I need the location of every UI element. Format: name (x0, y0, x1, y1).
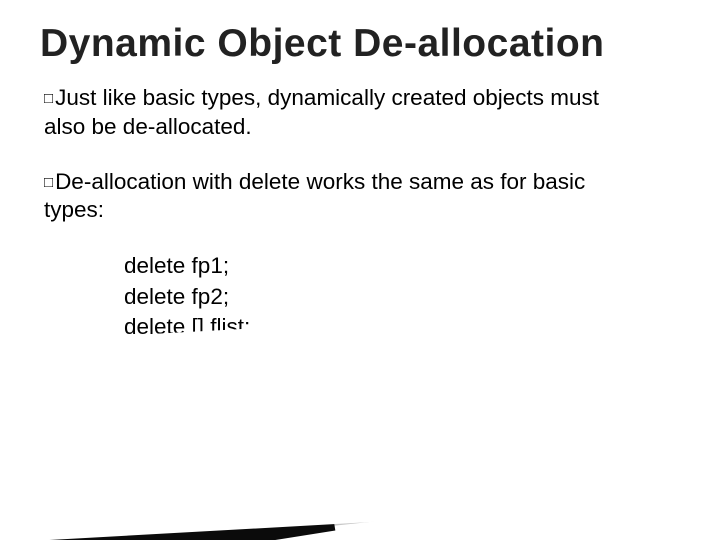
bullet-item: □Just like basic types, dynamically crea… (44, 84, 604, 142)
code-line: delete fp2; (124, 282, 680, 312)
bullet-text: De-allocation with delete works the same… (44, 169, 585, 223)
code-line: delete fp1; (124, 251, 680, 281)
slide-body: □Just like basic types, dynamically crea… (40, 84, 680, 342)
slide: Dynamic Object De-allocation □Just like … (0, 0, 720, 540)
bullet-text: Just like basic types, dynamically creat… (44, 85, 599, 139)
theme-wedge-white (0, 303, 719, 540)
bullet-item: □De-allocation with delete works the sam… (44, 168, 604, 226)
bullet-marker-icon: □ (44, 89, 53, 108)
bullet-marker-icon: □ (44, 173, 53, 192)
slide-title: Dynamic Object De-allocation (40, 22, 680, 66)
